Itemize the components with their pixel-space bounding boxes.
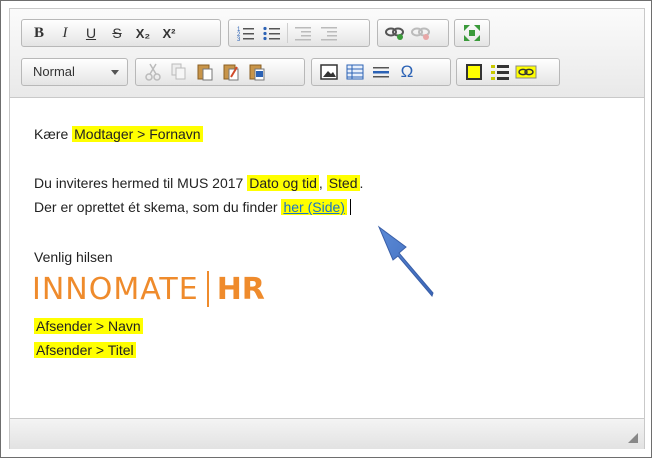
screenshot-frame: B I U S X₂ X² 123 Normal Ω Kære Modtager… bbox=[0, 0, 652, 458]
annotation-arrow bbox=[377, 225, 434, 297]
arrow-icon bbox=[377, 225, 434, 297]
